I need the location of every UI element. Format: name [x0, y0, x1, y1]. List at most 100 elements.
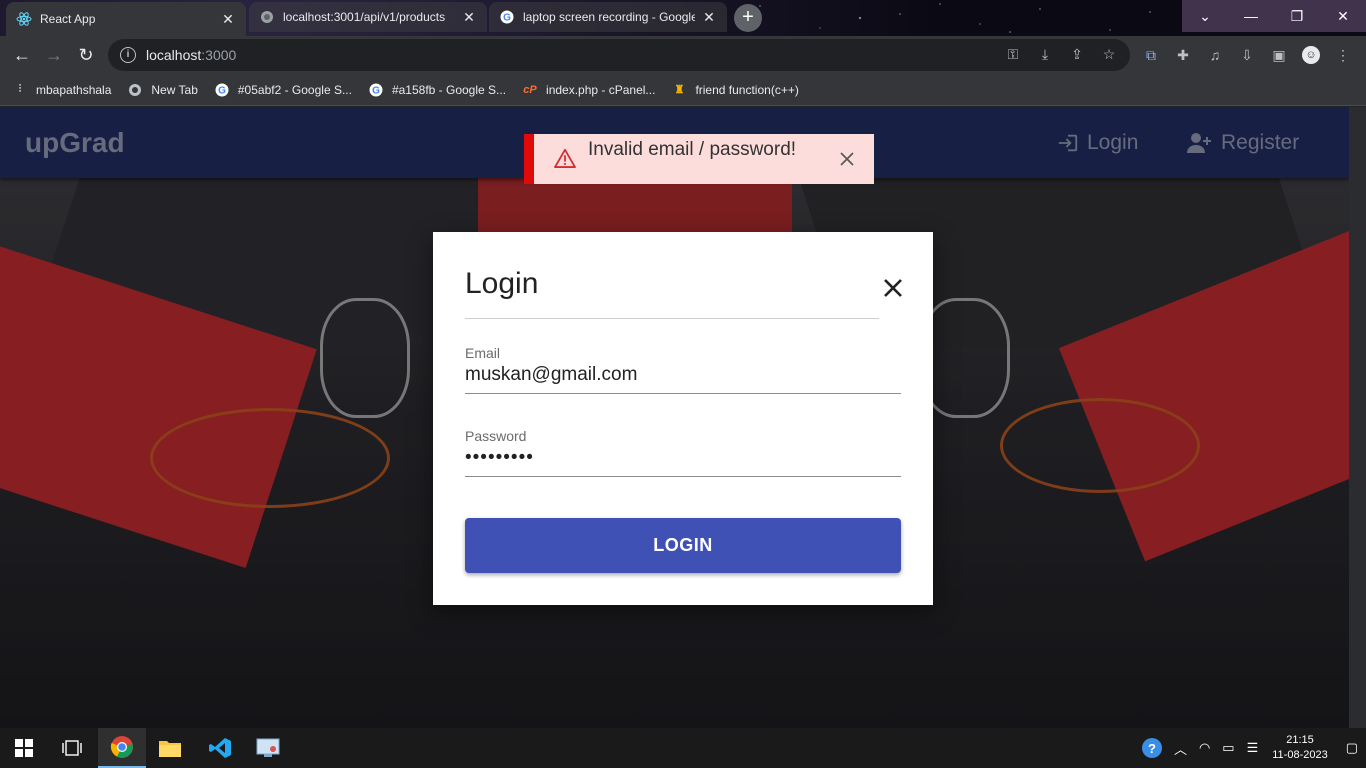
globe-icon: [127, 82, 143, 98]
taskbar-file-explorer[interactable]: [146, 728, 194, 768]
task-view-button[interactable]: [48, 728, 96, 768]
close-tab-icon[interactable]: ✕: [461, 9, 477, 26]
bookmark-label: mbapathshala: [36, 82, 112, 97]
error-alert: Invalid email / password!: [524, 134, 874, 184]
download-icon[interactable]: ⇩: [1238, 46, 1256, 64]
task-view-icon: [62, 740, 82, 756]
react-icon: [16, 11, 32, 27]
alert-close-icon[interactable]: [840, 152, 854, 166]
email-input[interactable]: muskan@gmail.com: [465, 364, 901, 394]
bookmark-cpanel[interactable]: cP index.php - cPanel...: [522, 82, 655, 98]
taskbar-vscode[interactable]: [196, 728, 244, 768]
minimize-icon[interactable]: —: [1228, 0, 1274, 32]
restore-icon[interactable]: ❐: [1274, 0, 1320, 32]
help-icon[interactable]: ?: [1141, 738, 1162, 758]
google-icon: G: [499, 9, 515, 25]
taskbar-remote-app[interactable]: [244, 728, 292, 768]
email-label: Email: [465, 345, 501, 361]
clock-date: 11-08-2023: [1272, 749, 1328, 761]
star-icon[interactable]: ☆: [1100, 45, 1118, 63]
start-button[interactable]: [0, 728, 48, 768]
vscode-icon: [209, 738, 231, 758]
bookmark-label: #a158fb - Google S...: [391, 82, 507, 97]
password-input[interactable]: •••••••••: [465, 447, 901, 477]
omnibox-actions: ⚿ ⤓ ⇪ ☆: [1004, 45, 1118, 63]
login-submit-button[interactable]: LOGIN: [465, 518, 901, 573]
notification-icon[interactable]: ▢: [1346, 740, 1358, 756]
forward-icon[interactable]: →: [42, 43, 66, 67]
dialog-close-icon[interactable]: [879, 274, 907, 302]
address-url: localhost:3000: [146, 47, 236, 63]
translate-icon[interactable]: ⧉: [1142, 46, 1160, 64]
bookmark-google-a158fb[interactable]: G #a158fb - Google S...: [368, 82, 506, 98]
tab-api-products[interactable]: localhost:3001/api/v1/products ✕: [249, 2, 487, 32]
tab-react-app[interactable]: React App ✕: [6, 2, 246, 36]
window-controls: ⌄ — ❐ ✕: [1182, 0, 1366, 32]
folder-icon: [159, 741, 181, 757]
clock[interactable]: 21:15 11-08-2023: [1272, 733, 1327, 763]
tab-title: React App: [40, 12, 96, 26]
browser-toolbar: ← → ↻ i localhost:3000 ⚿ ⤓ ⇪ ☆ ⧉ ✚ ♫ ⇩ ▣…: [0, 36, 1366, 74]
chrome-icon: [110, 736, 133, 758]
mbapathshala-icon: ⫶: [18, 83, 22, 95]
close-tab-icon[interactable]: ✕: [220, 11, 236, 28]
windows-taskbar: ? ︿ ◠ ▭ ☰ 21:15 11-08-2023 ▢: [0, 728, 1366, 768]
dialog-divider: [465, 318, 879, 319]
bookmark-google-05abf2[interactable]: G #05abf2 - Google S...: [214, 82, 352, 98]
tab-title: laptop screen recording - Google: [523, 10, 695, 24]
puzzle-icon[interactable]: ✚: [1174, 46, 1192, 64]
page-scrollbar[interactable]: [1349, 107, 1366, 728]
new-tab-button[interactable]: +: [734, 4, 762, 32]
svg-text:G: G: [372, 85, 380, 96]
web-page: upGrad Login Register Invalid email / pa…: [0, 107, 1349, 728]
battery-icon[interactable]: ▭: [1222, 740, 1234, 756]
notes-icon[interactable]: ☰: [1247, 740, 1259, 756]
wifi-icon[interactable]: ◠: [1199, 740, 1210, 756]
bookmarks-bar: ⫶ mbapathshala New Tab G #05abf2 - Googl…: [0, 74, 1366, 106]
svg-text:G: G: [503, 13, 511, 24]
url-host: localhost: [146, 47, 202, 63]
close-tab-icon[interactable]: ✕: [701, 9, 717, 26]
login-dialog: Login Email muskan@gmail.com Password ••…: [433, 232, 933, 605]
google-icon: G: [368, 82, 384, 98]
bookmark-friend-function[interactable]: ♜ friend function(c++): [671, 82, 799, 98]
email-field[interactable]: Email muskan@gmail.com: [465, 345, 901, 394]
chevron-up-icon[interactable]: ︿: [1174, 739, 1187, 758]
alert-message: Invalid email / password!: [588, 139, 797, 160]
system-tray: ? ︿ ◠ ▭ ☰ 21:15 11-08-2023 ▢: [1136, 728, 1366, 768]
bookmark-icon: ♜: [674, 84, 685, 96]
bookmark-label: index.php - cPanel...: [546, 82, 656, 97]
tab-title: localhost:3001/api/v1/products: [283, 10, 446, 24]
bookmark-label: friend function(c++): [695, 82, 799, 97]
bookmark-label: #05abf2 - Google S...: [237, 82, 352, 97]
clock-time: 21:15: [1286, 734, 1314, 746]
tab-google-search[interactable]: G laptop screen recording - Google ✕: [489, 2, 727, 32]
taskbar-chrome[interactable]: [98, 728, 146, 768]
back-icon[interactable]: ←: [10, 43, 34, 67]
google-icon: G: [214, 82, 230, 98]
url-port: :3000: [201, 47, 237, 63]
password-label: Password: [465, 428, 527, 444]
monitor-icon: [256, 738, 280, 757]
globe-icon: [259, 9, 275, 25]
warning-icon: [554, 148, 576, 168]
window-close-icon[interactable]: ✕: [1320, 0, 1366, 32]
tab-search-icon[interactable]: ⌄: [1182, 0, 1228, 32]
bookmark-label: New Tab: [151, 82, 198, 97]
sidepanel-icon[interactable]: ▣: [1270, 46, 1288, 64]
site-info-icon[interactable]: i: [120, 47, 136, 63]
key-icon[interactable]: ⚿: [1004, 45, 1022, 63]
reload-icon[interactable]: ↻: [74, 43, 98, 67]
dialog-title: Login: [465, 267, 539, 300]
bookmark-mbapathshala[interactable]: ⫶ mbapathshala: [12, 82, 112, 98]
menu-icon[interactable]: ⋮: [1334, 46, 1352, 64]
bookmark-new-tab[interactable]: New Tab: [127, 82, 198, 98]
browser-tab-strip: React App ✕ localhost:3001/api/v1/produc…: [0, 0, 1366, 36]
cpanel-icon: cP: [523, 83, 537, 96]
media-icon[interactable]: ♫: [1206, 46, 1224, 64]
profile-avatar-icon[interactable]: ☺: [1302, 46, 1320, 64]
share-icon[interactable]: ⇪: [1068, 45, 1086, 63]
install-icon[interactable]: ⤓: [1036, 45, 1054, 63]
address-bar[interactable]: i localhost:3000 ⚿ ⤓ ⇪ ☆: [108, 39, 1130, 71]
password-field[interactable]: Password •••••••••: [465, 428, 901, 477]
